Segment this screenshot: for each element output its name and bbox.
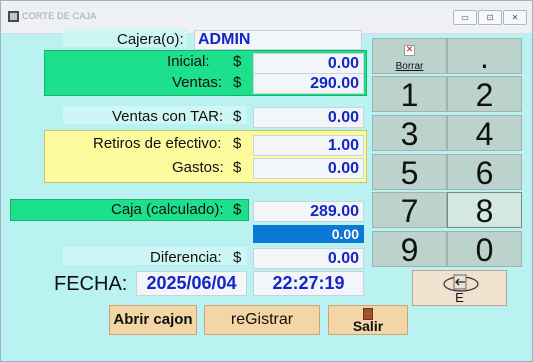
borrar-icon: ✕	[404, 45, 415, 56]
borrar-label: Borrar	[395, 61, 424, 72]
gastos-currency: $	[233, 159, 242, 176]
borrar-button[interactable]: ✕ Borrar	[372, 38, 447, 74]
retiros-field: 1.00	[253, 135, 364, 156]
registrar-button[interactable]: reGistrar	[204, 305, 320, 335]
inicial-label: Inicial:	[167, 53, 210, 70]
key-7[interactable]: 7	[372, 192, 447, 229]
corte-de-caja-window: CORTE DE CAJA ▭ ⊡ ✕ Cajera(o): ADMIN Ini…	[0, 0, 533, 362]
key-8[interactable]: 8	[447, 192, 522, 229]
restore-button[interactable]: ⊡	[478, 10, 502, 25]
retiros-currency: $	[233, 135, 242, 152]
cajero-label: Cajera(o):	[117, 31, 184, 48]
key-9[interactable]: 9	[372, 231, 447, 268]
key-4[interactable]: 4	[447, 115, 522, 152]
minimize-button[interactable]: ▭	[453, 10, 477, 25]
close-button[interactable]: ✕	[503, 10, 527, 25]
retiros-label: Retiros de efectivo:	[93, 135, 222, 152]
ventas-label: Ventas:	[172, 74, 223, 91]
salir-label: Salir	[352, 318, 384, 334]
ventas-field: 290.00	[253, 73, 364, 94]
caja-currency: $	[233, 201, 242, 218]
salir-button[interactable]: Salir	[328, 305, 408, 335]
gastos-label: Gastos:	[172, 159, 224, 176]
diferencia-label: Diferencia:	[150, 249, 222, 266]
window-title: CORTE DE CAJA	[22, 11, 97, 21]
inicial-field: 0.00	[253, 53, 364, 74]
cajero-field: ADMIN	[194, 30, 362, 50]
ventas-tar-field: 0.00	[253, 107, 364, 128]
fecha-date-field: 2025/06/04	[136, 271, 247, 296]
fecha-time-field: 22:27:19	[253, 271, 364, 296]
enter-button[interactable]: E	[412, 270, 507, 306]
key-1[interactable]: 1	[372, 76, 447, 113]
caja-field: 289.00	[253, 201, 364, 222]
diferencia-field: 0.00	[253, 248, 364, 269]
diferencia-currency: $	[233, 249, 242, 266]
fecha-label: FECHA:	[54, 273, 128, 295]
app-icon	[8, 11, 19, 22]
key-0[interactable]: 0	[447, 231, 522, 268]
caja-input-field[interactable]: 0.00	[253, 225, 364, 243]
caja-label: Caja (calculado):	[111, 201, 224, 218]
key-3[interactable]: 3	[372, 115, 447, 152]
gastos-field: 0.00	[253, 158, 364, 179]
ventas-currency: $	[233, 74, 242, 91]
key-dot[interactable]: .	[447, 38, 522, 75]
enter-label: E	[455, 290, 464, 305]
ventas-tar-currency: $	[233, 108, 242, 125]
ventas-tar-label: Ventas con TAR:	[112, 108, 224, 125]
key-2[interactable]: 2	[447, 76, 522, 113]
key-5[interactable]: 5	[372, 154, 447, 191]
abrir-cajon-button[interactable]: Abrir cajon	[109, 305, 197, 335]
key-6[interactable]: 6	[447, 154, 522, 191]
inicial-currency: $	[233, 53, 242, 70]
